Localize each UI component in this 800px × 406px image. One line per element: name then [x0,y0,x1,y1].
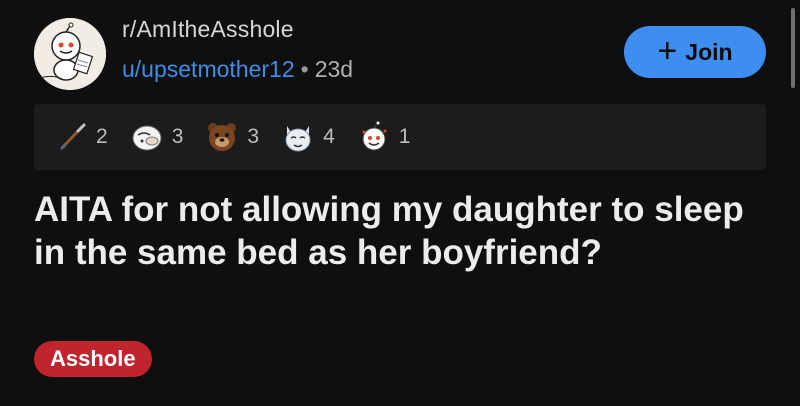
post-title[interactable]: AITA for not allowing my daughter to sle… [34,188,754,274]
award-count: 2 [96,125,108,148]
facepalm-award-icon [130,121,164,153]
award-snoo[interactable]: 1 [357,120,411,154]
post-age: 23d [314,56,354,82]
join-button[interactable]: + Join [624,26,766,78]
post-byline: u/upsetmother12 • 23d [122,56,353,83]
bear-award-icon [205,120,239,154]
byline-separator: • [300,56,309,82]
scrollbar[interactable] [791,8,795,88]
award-count: 1 [398,125,411,148]
awards-bar[interactable]: 2 3 3 4 1 [34,104,766,170]
post-flair-badge[interactable]: Asshole [34,341,152,377]
award-facepalm[interactable]: 3 [130,121,184,153]
snoo-award-icon [357,120,391,154]
award-bear[interactable]: 3 [205,120,259,154]
paintbrush-award-icon [56,121,88,153]
plus-icon: + [657,31,678,70]
author-username[interactable]: u/upsetmother12 [122,56,295,82]
join-button-label: Join [685,38,733,65]
subreddit-avatar-icon[interactable] [34,18,106,90]
award-count: 3 [247,125,260,148]
award-wolf[interactable]: 4 [281,120,335,154]
award-paintbrush[interactable]: 2 [56,121,108,153]
award-count: 3 [171,125,184,148]
wolf-award-icon [281,120,315,154]
post-card: r/AmItheAsshole u/upsetmother12 • 23d + Jo… [0,0,800,406]
award-count: 4 [323,125,335,148]
subreddit-name[interactable]: r/AmItheAsshole [122,16,294,43]
